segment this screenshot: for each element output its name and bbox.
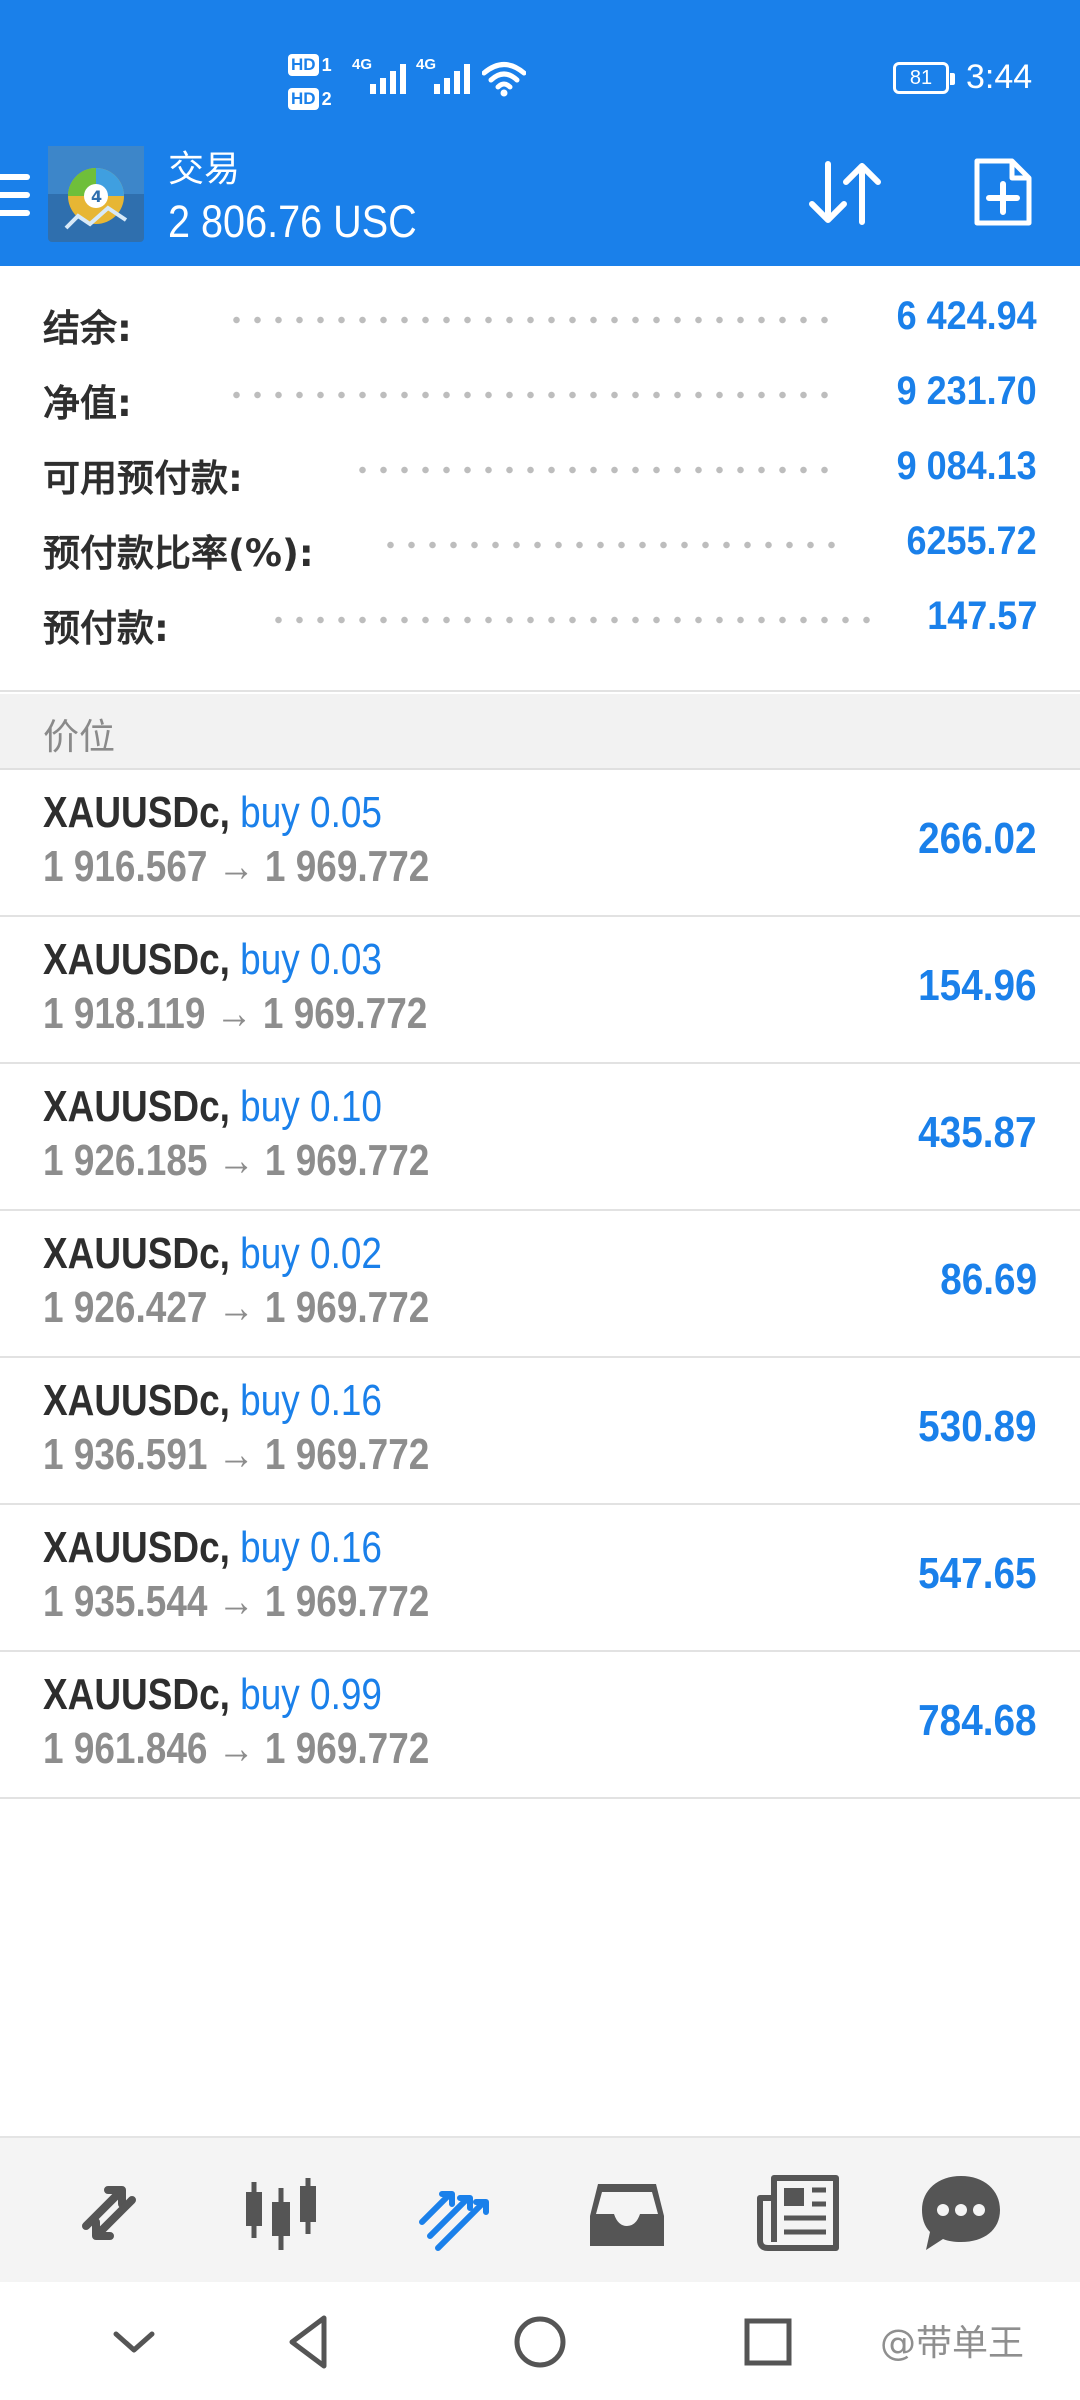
position-type: buy 0.16 <box>240 1523 382 1572</box>
position-prices: 1 936.591 → 1 969.772 <box>43 1430 430 1479</box>
position-profit: 435.87 <box>918 1108 1037 1157</box>
svg-text:4: 4 <box>91 187 102 206</box>
position-symbol: XAUUSDc, <box>43 1082 230 1131</box>
position-type: buy 0.16 <box>240 1376 382 1425</box>
candlestick-icon[interactable] <box>236 2168 326 2258</box>
trend-lines-icon[interactable] <box>408 2168 498 2258</box>
signal-strength-icon: 4G <box>416 56 476 96</box>
position-row[interactable]: XAUUSDc, buy 0.05 1 916.567 → 1 969.772 … <box>0 770 1080 917</box>
dotted-leader <box>226 309 842 331</box>
position-profit: 530.89 <box>918 1402 1037 1451</box>
menu-icon[interactable] <box>0 172 32 220</box>
position-row[interactable]: XAUUSDc, buy 0.02 1 926.427 → 1 969.772 … <box>0 1211 1080 1358</box>
summary-row-equity: 净值: 9 231.70 <box>0 359 1080 434</box>
position-type: buy 0.05 <box>240 788 382 837</box>
recents-icon[interactable] <box>736 2310 800 2374</box>
dotted-leader <box>268 609 874 631</box>
position-type: buy 0.02 <box>240 1229 382 1278</box>
chevron-down-icon[interactable] <box>102 2310 166 2374</box>
summary-value: 6255.72 <box>906 519 1037 563</box>
position-prices: 1 918.119 → 1 969.772 <box>43 989 428 1038</box>
app-header: HD 1 HD 2 4G 4G 81 3:44 4 交易 2 806.76 US… <box>0 0 1080 266</box>
home-icon[interactable] <box>508 2310 572 2374</box>
summary-label: 结余: <box>43 307 132 350</box>
summary-row-margin-level: 预付款比率(%): 6255.72 <box>0 509 1080 584</box>
positions-list: XAUUSDc, buy 0.05 1 916.567 → 1 969.772 … <box>0 770 1080 1799</box>
signal-strength-icon: 4G <box>352 56 412 96</box>
status-bar: HD 1 HD 2 4G 4G 81 3:44 <box>0 0 1080 140</box>
position-type: buy 0.10 <box>240 1082 382 1131</box>
section-title: 价位 <box>43 717 116 758</box>
position-prices: 1 926.185 → 1 969.772 <box>43 1136 430 1185</box>
positions-section-header: 价位 <box>0 694 1080 770</box>
dotted-leader <box>380 534 842 556</box>
summary-value: 9 084.13 <box>896 444 1037 488</box>
system-nav-bar: @带单王 <box>0 2282 1080 2400</box>
bottom-tab-bar <box>0 2136 1080 2282</box>
summary-label: 预付款: <box>43 607 169 650</box>
account-summary: 结余: 6 424.94 净值: 9 231.70 可用预付款: 9 084.1… <box>0 266 1080 692</box>
position-symbol: XAUUSDc, <box>43 1523 230 1572</box>
watermark: @带单王 <box>880 2323 1025 2364</box>
position-prices: 1 916.567 → 1 969.772 <box>43 842 430 891</box>
dotted-leader <box>352 459 842 481</box>
summary-value: 9 231.70 <box>896 369 1037 413</box>
summary-row-margin: 预付款: 147.57 <box>0 584 1080 659</box>
summary-row-free-margin: 可用预付款: 9 084.13 <box>0 434 1080 509</box>
position-row[interactable]: XAUUSDc, buy 0.10 1 926.185 → 1 969.772 … <box>0 1064 1080 1211</box>
position-profit: 86.69 <box>940 1255 1037 1304</box>
back-icon[interactable] <box>278 2310 342 2374</box>
arrows-diagonal-icon[interactable] <box>64 2168 154 2258</box>
position-row[interactable]: XAUUSDc, buy 0.99 1 961.846 → 1 969.772 … <box>0 1652 1080 1799</box>
sim-indicators: HD 1 HD 2 <box>288 48 332 116</box>
position-profit: 784.68 <box>918 1696 1037 1745</box>
position-symbol: XAUUSDc, <box>43 1229 230 1278</box>
summary-row-balance: 结余: 6 424.94 <box>0 284 1080 359</box>
new-order-icon[interactable] <box>972 156 1034 228</box>
position-row[interactable]: XAUUSDc, buy 0.03 1 918.119 → 1 969.772 … <box>0 917 1080 1064</box>
battery-icon: 81 <box>893 62 955 94</box>
position-symbol: XAUUSDc, <box>43 935 230 984</box>
header-balance: 2 806.76 USC <box>168 196 417 247</box>
sort-icon[interactable] <box>806 158 886 228</box>
app-logo-icon: 4 <box>48 146 144 242</box>
summary-label: 预付款比率(%): <box>43 532 314 575</box>
position-prices: 1 935.544 → 1 969.772 <box>43 1577 430 1626</box>
position-symbol: XAUUSDc, <box>43 788 230 837</box>
position-row[interactable]: XAUUSDc, buy 0.16 1 936.591 → 1 969.772 … <box>0 1358 1080 1505</box>
status-clock: 3:44 <box>966 58 1033 96</box>
wifi-icon <box>482 62 526 97</box>
summary-value: 6 424.94 <box>896 294 1037 338</box>
position-prices: 1 926.427 → 1 969.772 <box>43 1283 430 1332</box>
inbox-icon[interactable] <box>582 2168 672 2258</box>
position-profit: 154.96 <box>918 961 1037 1010</box>
position-symbol: XAUUSDc, <box>43 1376 230 1425</box>
summary-label: 可用预付款: <box>43 457 243 500</box>
summary-label: 净值: <box>43 382 132 425</box>
summary-value: 147.57 <box>926 594 1037 638</box>
position-type: buy 0.99 <box>240 1670 382 1719</box>
sim1-indicator: HD 1 <box>288 48 332 82</box>
newspaper-icon[interactable] <box>754 2168 844 2258</box>
position-profit: 266.02 <box>918 814 1037 863</box>
dotted-leader <box>226 384 842 406</box>
position-symbol: XAUUSDc, <box>43 1670 230 1719</box>
position-prices: 1 961.846 → 1 969.772 <box>43 1724 430 1773</box>
position-row[interactable]: XAUUSDc, buy 0.16 1 935.544 → 1 969.772 … <box>0 1505 1080 1652</box>
chat-bubble-icon[interactable] <box>916 2168 1006 2258</box>
sim2-indicator: HD 2 <box>288 82 332 116</box>
page-title: 交易 <box>168 149 241 190</box>
position-type: buy 0.03 <box>240 935 382 984</box>
position-profit: 547.65 <box>918 1549 1037 1598</box>
